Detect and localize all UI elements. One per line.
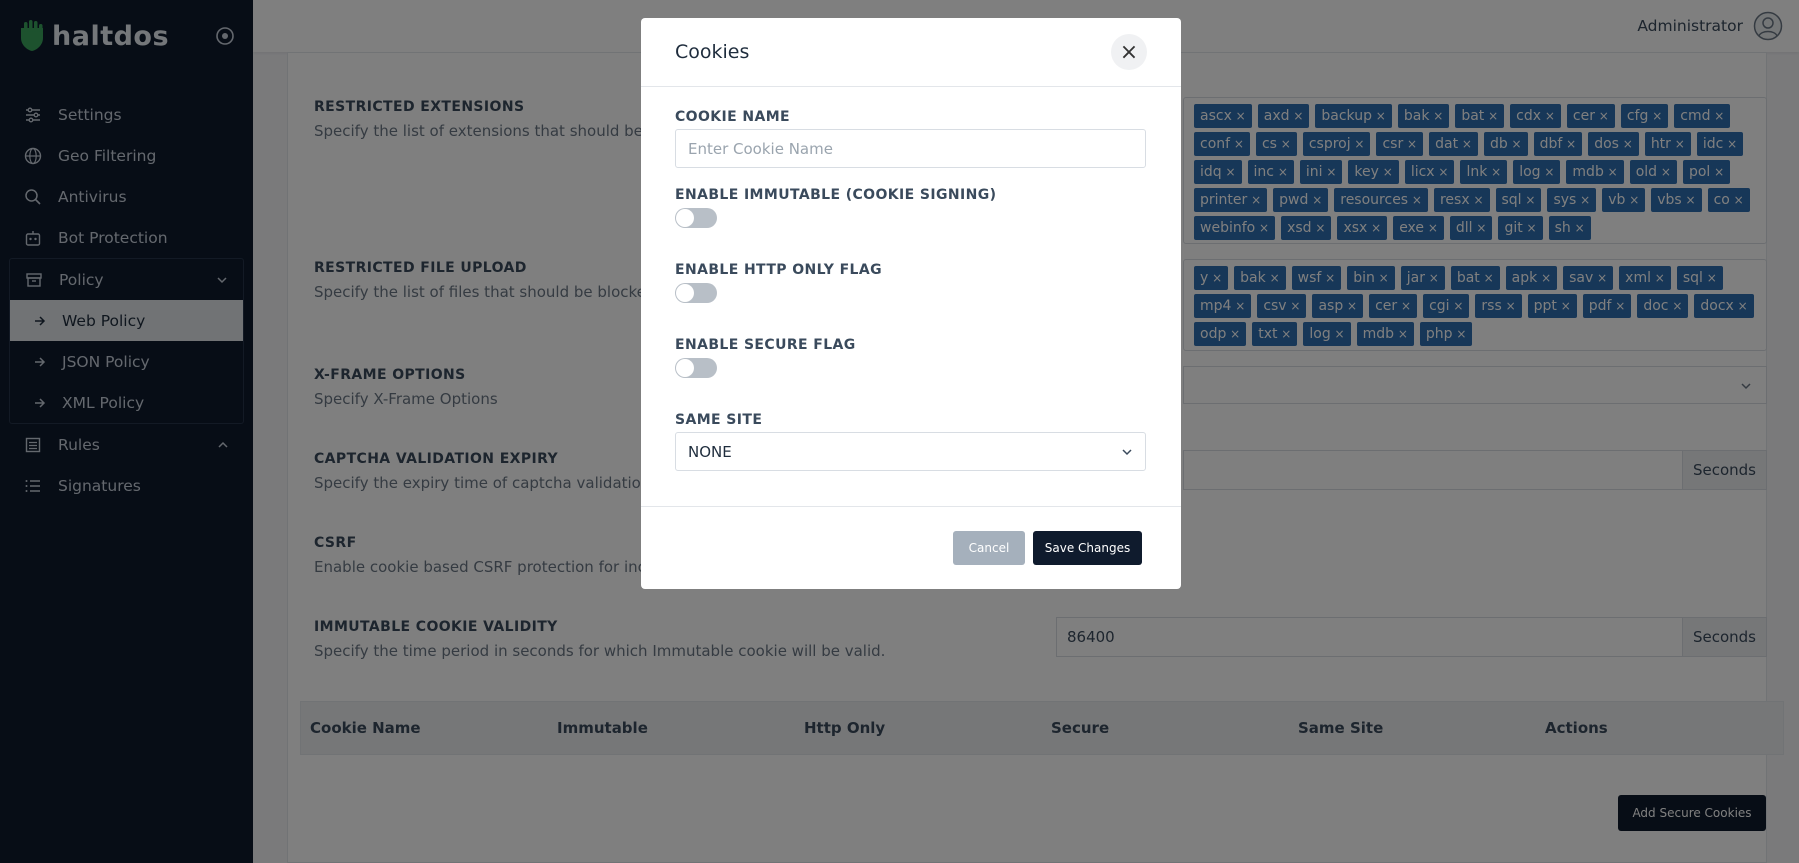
- cookie-name-input[interactable]: [675, 129, 1146, 168]
- save-changes-button[interactable]: Save Changes: [1033, 531, 1142, 565]
- modal-title: Cookies: [675, 41, 750, 63]
- close-button[interactable]: ×: [1111, 34, 1147, 70]
- modal-header: Cookies ×: [641, 18, 1181, 87]
- http-only-label: ENABLE HTTP ONLY FLAG: [675, 262, 882, 278]
- cookie-name-label: COOKIE NAME: [675, 109, 791, 125]
- cancel-button[interactable]: Cancel: [953, 531, 1025, 565]
- http-only-toggle[interactable]: [675, 283, 717, 303]
- chevron-down-icon: [1122, 448, 1132, 455]
- same-site-select[interactable]: NONE: [675, 432, 1146, 471]
- modal-footer: Cancel Save Changes: [641, 506, 1181, 589]
- same-site-value: NONE: [688, 442, 732, 461]
- cookies-modal: Cookies × COOKIE NAME ENABLE IMMUTABLE (…: [641, 18, 1181, 589]
- same-site-label: SAME SITE: [675, 412, 763, 428]
- secure-flag-label: ENABLE SECURE FLAG: [675, 337, 856, 353]
- immutable-toggle[interactable]: [675, 208, 717, 228]
- close-icon: ×: [1119, 39, 1139, 65]
- secure-flag-toggle[interactable]: [675, 358, 717, 378]
- immutable-label: ENABLE IMMUTABLE (COOKIE SIGNING): [675, 187, 997, 203]
- modal-body: COOKIE NAME ENABLE IMMUTABLE (COOKIE SIG…: [641, 87, 1181, 525]
